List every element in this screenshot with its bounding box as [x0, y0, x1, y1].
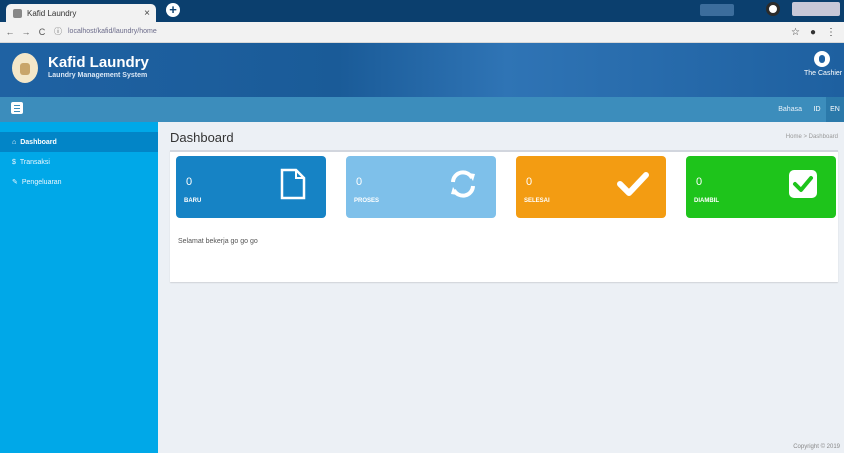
extension-icon[interactable]: ●: [810, 27, 816, 38]
check-square-icon: [786, 166, 820, 202]
bookmark-star-icon[interactable]: ☆: [791, 27, 800, 38]
app-header: Kafid Laundry Laundry Management System …: [0, 43, 844, 97]
menu-icon[interactable]: ⋮: [826, 27, 836, 38]
edit-icon: ✎: [12, 179, 18, 186]
url-text: localhost/kafid/laundry/home: [68, 28, 157, 35]
favicon-icon: [13, 8, 22, 18]
dollar-icon: $: [12, 158, 16, 166]
page-title: Dashboard: [170, 130, 234, 145]
check-icon: [616, 166, 650, 202]
tile-value: 0: [356, 176, 363, 188]
brand[interactable]: Kafid Laundry Laundry Management System: [48, 54, 149, 79]
tile-label: PROSES: [354, 198, 380, 204]
user-name: The Cashier: [804, 70, 843, 77]
language-label: Bahasa: [778, 106, 802, 113]
brand-title: Kafid Laundry: [48, 54, 149, 71]
tile-label: DIAMBIL: [694, 198, 719, 204]
main-content: Dashboard Home > Dashboard 0 BARU 0 PROS…: [158, 122, 844, 453]
lang-en-button[interactable]: EN: [826, 97, 844, 122]
sidebar-item-label: Pengeluaran: [21, 178, 62, 186]
tile-proses[interactable]: 0 PROSES: [346, 156, 496, 218]
browser-tab-bar: Kafid Laundry × +: [0, 0, 844, 22]
tile-value: 0: [526, 176, 533, 188]
refresh-icon: [446, 166, 480, 202]
forward-button[interactable]: →: [20, 27, 32, 37]
window-controls[interactable]: [792, 2, 840, 16]
tile-baru[interactable]: 0 BARU: [176, 156, 326, 218]
brand-subtitle: Laundry Management System: [48, 72, 148, 79]
user-menu[interactable]: The Cashier: [804, 51, 843, 77]
top-toolbar: Bahasa ID EN: [0, 97, 844, 122]
file-icon: [276, 166, 310, 202]
tile-diambil[interactable]: 0 DIAMBIL: [686, 156, 836, 218]
tile-value: 0: [186, 176, 193, 188]
breadcrumb[interactable]: Home > Dashboard: [786, 134, 838, 140]
welcome-text: Selamat bekerja go go go: [178, 238, 258, 245]
address-bar: ← → C ⓘ localhost/kafid/laundry/home ☆ ●…: [0, 22, 844, 43]
tile-value: 0: [696, 176, 703, 188]
sidebar-item-label: Dashboard: [20, 138, 57, 146]
sidebar-item-pengeluaran[interactable]: ✎ Pengeluaran: [0, 172, 158, 192]
dashboard-panel: 0 BARU 0 PROSES 0 SELESAI 0 DIAMBIL Sela…: [170, 150, 838, 282]
sidebar-item-dashboard[interactable]: ⌂ Dashboard: [0, 132, 158, 152]
home-icon: ⌂: [12, 138, 17, 146]
user-icon: [814, 51, 830, 67]
sidebar-toggle-icon[interactable]: [11, 102, 23, 114]
logo-icon: [12, 53, 38, 83]
new-tab-button[interactable]: +: [166, 3, 180, 17]
minimize-button[interactable]: [700, 4, 734, 16]
tile-label: BARU: [184, 198, 202, 204]
profile-icon[interactable]: [766, 2, 780, 16]
tab-close-icon[interactable]: ×: [144, 8, 150, 19]
reload-button[interactable]: C: [36, 27, 48, 37]
info-icon[interactable]: ⓘ: [54, 25, 62, 39]
footer-copyright: Copyright © 2019: [793, 444, 840, 450]
tile-label: SELESAI: [524, 198, 550, 204]
back-button[interactable]: ←: [4, 27, 16, 37]
browser-tab-title: Kafid Laundry: [27, 8, 77, 18]
lang-id-button[interactable]: ID: [808, 97, 826, 122]
sidebar: ⌂ Dashboard $ Transaksi ✎ Pengeluaran: [0, 122, 158, 453]
sidebar-item-transaksi[interactable]: $ Transaksi: [0, 152, 158, 172]
tile-selesai[interactable]: 0 SELESAI: [516, 156, 666, 218]
sidebar-item-label: Transaksi: [19, 158, 50, 166]
browser-tab[interactable]: Kafid Laundry ×: [6, 4, 156, 22]
url-field[interactable]: ⓘ localhost/kafid/laundry/home: [54, 25, 157, 39]
